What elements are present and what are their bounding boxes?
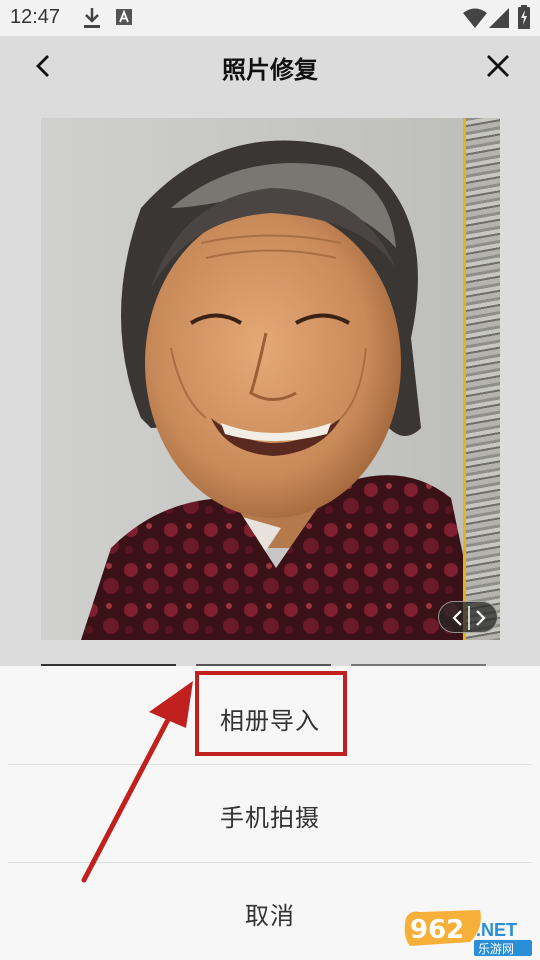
watermark-number: 962 xyxy=(410,915,464,945)
watermark-site-name: 乐游网 xyxy=(478,942,514,956)
watermark-net: .NET xyxy=(476,920,517,940)
annotation-arrow xyxy=(81,681,193,883)
watermark-logo: 962 .NET 乐游网 xyxy=(404,910,532,956)
